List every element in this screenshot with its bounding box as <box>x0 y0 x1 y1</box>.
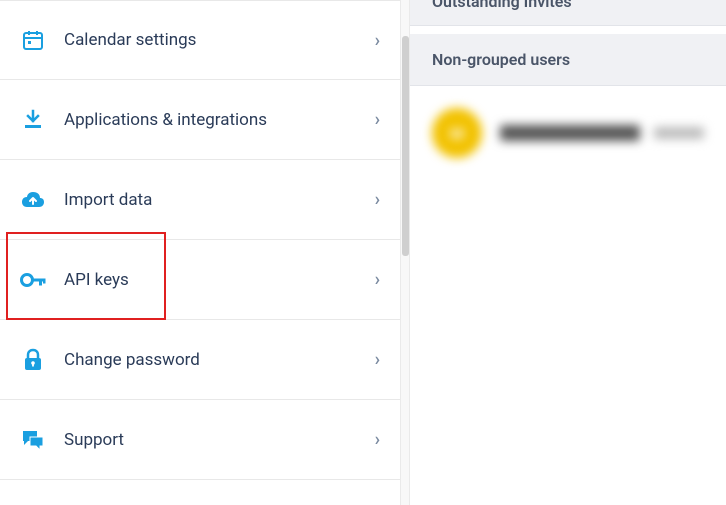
menu-item-label: Applications & integrations <box>64 110 375 130</box>
menu-item-support[interactable]: Support › <box>0 400 400 480</box>
right-panel: Outstanding Invites Non-grouped users M <box>410 0 726 505</box>
section-header-non-grouped-users: Non-grouped users <box>410 34 726 86</box>
chevron-right-icon: › <box>375 109 380 130</box>
calendar-icon <box>18 25 48 55</box>
chevron-right-icon: › <box>375 429 380 450</box>
scrollbar-thumb[interactable] <box>402 36 409 256</box>
user-name <box>500 125 640 141</box>
section-header-outstanding-invites: Outstanding Invites <box>410 0 726 26</box>
chat-icon <box>18 425 48 455</box>
lock-icon <box>18 345 48 375</box>
avatar: M <box>432 108 482 158</box>
cloud-upload-icon <box>18 185 48 215</box>
menu-item-label: API keys <box>64 270 375 290</box>
menu-item-label: Import data <box>64 190 375 210</box>
key-icon <box>18 265 48 295</box>
chevron-right-icon: › <box>375 269 380 290</box>
menu-item-label: Calendar settings <box>64 30 375 50</box>
menu-item-label: Change password <box>64 350 375 370</box>
menu-item-applications-integrations[interactable]: Applications & integrations › <box>0 80 400 160</box>
user-row[interactable]: M <box>410 86 726 180</box>
menu-item-calendar-settings[interactable]: Calendar settings › <box>0 0 400 80</box>
menu-item-label: Support <box>64 430 375 450</box>
chevron-right-icon: › <box>375 30 380 51</box>
menu-item-change-password[interactable]: Change password › <box>0 320 400 400</box>
menu-item-api-keys[interactable]: API keys › <box>0 240 400 320</box>
settings-menu: Calendar settings › Applications & integ… <box>0 0 400 505</box>
chevron-right-icon: › <box>375 189 380 210</box>
user-role <box>654 127 704 139</box>
chevron-right-icon: › <box>375 349 380 370</box>
menu-item-import-data[interactable]: Import data › <box>0 160 400 240</box>
scrollbar[interactable] <box>400 0 410 505</box>
download-icon <box>18 105 48 135</box>
